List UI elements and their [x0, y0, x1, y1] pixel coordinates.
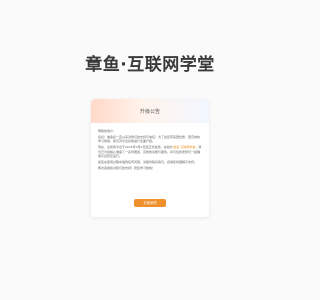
notice-actions: 去使用吧 — [91, 189, 209, 208]
notice-greeting: 尊敬的用户： — [98, 129, 117, 133]
notice-title: 升级公告 — [139, 108, 160, 115]
notice-paragraph-2: 现在，全新的平台于2025年3月9日起正式启用。在新的 章鱼·互联网学堂，我们已… — [98, 145, 202, 159]
notice-header: 升级公告 — [91, 99, 209, 123]
go-use-button[interactable]: 去使用吧 — [134, 199, 166, 207]
notice-body: 尊敬的用户： 您好！章鱼初一直以来对我们的支持与信任！为了给您带来更优质、更高效… — [91, 123, 209, 170]
notice-paragraph-1: 您好！章鱼初一直以来对我们的支持与信任！为了给您带来更优质、更高效的学习体验，我… — [98, 134, 201, 144]
notice-paragraph-3: 如您在使用过程中遇到任何问题，请随时联系我们，感谢您的理解与支持。 — [98, 159, 198, 164]
notice-paragraph-4: 再次感谢您对我们的支持！祝您学习愉快！ — [98, 165, 156, 170]
notice-highlight: 章鱼·互联网学堂 — [173, 145, 196, 150]
notice-dialog: 升级公告 尊敬的用户： 您好！章鱼初一直以来对我们的支持与信任！为了给您带来更优… — [91, 99, 209, 217]
brand-title: 章鱼·互联网学堂 — [85, 55, 215, 75]
